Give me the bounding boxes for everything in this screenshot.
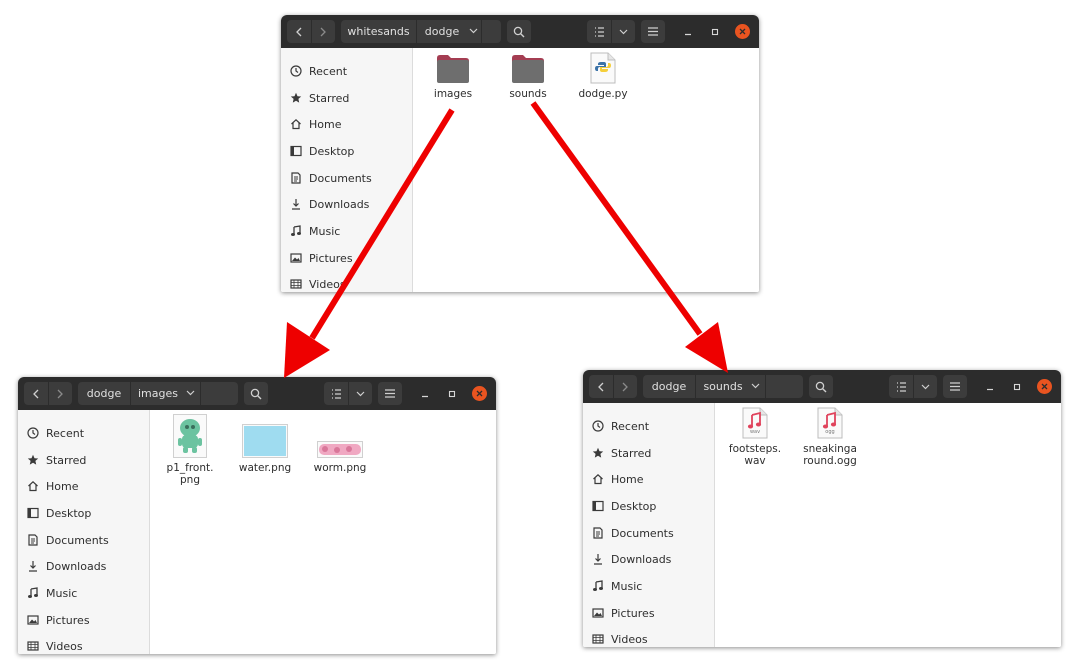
annotation-arrows xyxy=(284,101,728,378)
arrow-sounds-to-window xyxy=(530,101,728,373)
arrow-images-to-window xyxy=(284,108,455,378)
